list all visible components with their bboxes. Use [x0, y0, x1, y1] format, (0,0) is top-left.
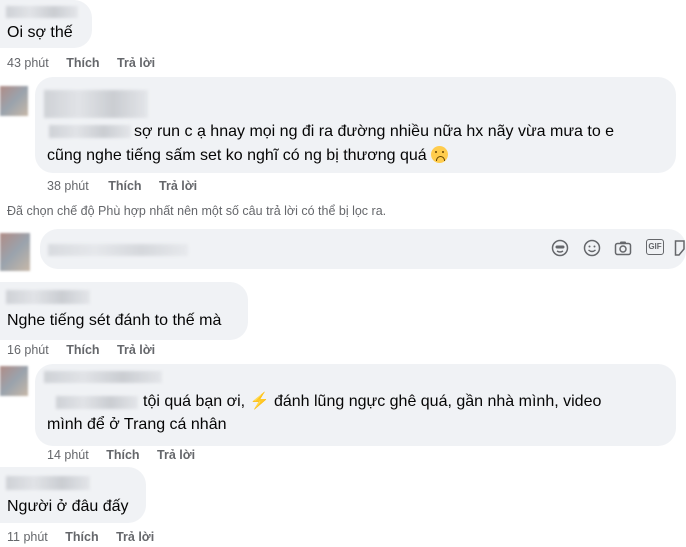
mention-blurred[interactable] — [49, 125, 131, 138]
comment-text-line: cũng nghe tiếng sấm set ko nghĩ có ng bị… — [47, 145, 449, 167]
comment-time[interactable]: 16 phút — [7, 343, 49, 357]
avatar[interactable] — [0, 366, 28, 396]
comment-time[interactable]: 14 phút — [47, 448, 89, 462]
comment-text: Oi sợ thế — [7, 24, 73, 41]
commenter-name-blurred[interactable] — [6, 6, 78, 18]
comment-text-span: cũng nghe tiếng sấm set ko nghĩ có ng bị… — [47, 147, 427, 164]
comment-meta: 16 phút Thích Trả lời — [7, 343, 155, 357]
like-button[interactable]: Thích — [108, 179, 141, 193]
like-button[interactable]: Thích — [106, 448, 139, 462]
lightning-emoji-icon: ⚡ — [249, 393, 270, 410]
comment-meta: 38 phút Thích Trả lời — [47, 179, 197, 193]
comment-meta: 11 phút Thích Trả lời — [7, 530, 154, 544]
commenter-name-blurred[interactable] — [44, 371, 162, 383]
comment-time[interactable]: 38 phút — [47, 179, 89, 193]
reply-button[interactable]: Trả lời — [116, 530, 154, 544]
commenter-name-blurred[interactable] — [6, 476, 90, 490]
input-placeholder-blurred — [48, 244, 188, 256]
gif-label: GIF — [648, 242, 662, 251]
like-button[interactable]: Thích — [66, 343, 99, 357]
filter-notice: Đã chọn chế độ Phù hợp nhất nên một số c… — [7, 204, 387, 218]
comment-text-line: mình để ở Trang cá nhân — [47, 416, 227, 433]
worried-face-emoji-icon — [431, 146, 449, 163]
comment-text-span: tội quá bạn ơi, — [143, 393, 246, 410]
avatar[interactable] — [0, 233, 30, 271]
comment-text: Nghe tiếng sét đánh to thế mà — [7, 312, 222, 329]
comment-text-line: sợ run c ạ hnay mọi ng đi ra đường nhiều… — [134, 123, 615, 140]
comment-text: Người ở đâu đấy — [7, 498, 129, 515]
reply-button[interactable]: Trả lời — [117, 56, 155, 70]
comment-time[interactable]: 43 phút — [7, 56, 49, 70]
like-button[interactable]: Thích — [66, 56, 99, 70]
comment-time[interactable]: 11 phút — [7, 530, 48, 544]
gif-icon[interactable]: GIF — [646, 239, 664, 255]
avatar[interactable] — [0, 86, 28, 116]
reply-button[interactable]: Trả lời — [117, 343, 155, 357]
comment-meta: 14 phút Thích Trả lời — [47, 448, 195, 462]
reply-button[interactable]: Trả lời — [159, 179, 197, 193]
emoji-icon[interactable] — [583, 239, 601, 257]
camera-icon[interactable] — [614, 239, 632, 257]
sticker-icon[interactable] — [674, 239, 686, 257]
commenter-name-blurred[interactable] — [6, 290, 90, 304]
comment-meta: 43 phút Thích Trả lời — [7, 56, 155, 70]
like-button[interactable]: Thích — [65, 530, 98, 544]
comment-text-span: đánh lũng ngực ghê quá, gần nhà mình, vi… — [273, 393, 602, 410]
reply-button[interactable]: Trả lời — [157, 448, 195, 462]
comment-text-line: tội quá bạn ơi, ⚡ đánh lũng ngực ghê quá… — [143, 391, 601, 413]
mention-blurred[interactable] — [56, 396, 138, 409]
commenter-name-blurred[interactable] — [44, 90, 148, 118]
avatar-sticker-icon[interactable] — [551, 239, 569, 257]
